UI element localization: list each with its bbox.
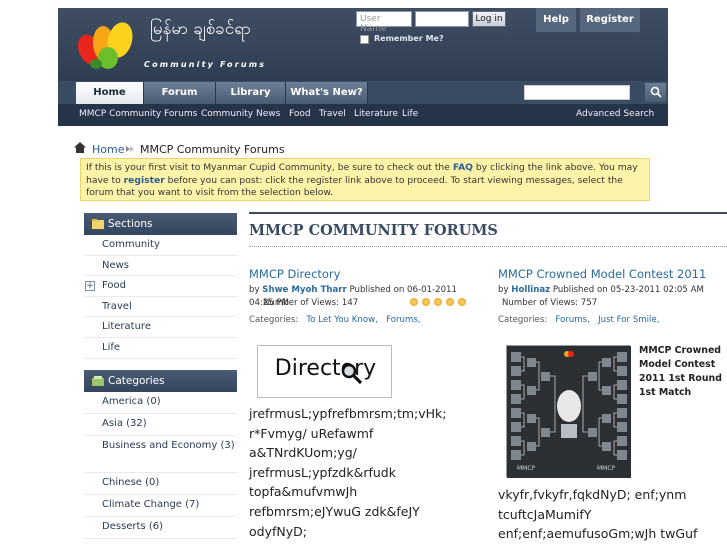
- page-title: MMCP COMMUNITY FORUMS: [249, 222, 498, 239]
- welcome-notice: If this is your first visit to Myanmar C…: [80, 158, 650, 201]
- svg-text:MMCP: MMCP: [517, 465, 536, 472]
- star-icon: [458, 298, 466, 306]
- rating-stars: [410, 298, 470, 309]
- site-header: မြန်မာ ချစ်ခင်ရာ Community Forums User N…: [58, 8, 668, 81]
- subnav-item-life[interactable]: Life: [402, 109, 418, 119]
- category-item-asia[interactable]: Asia (32): [84, 414, 237, 436]
- svg-text:MMCP: MMCP: [597, 465, 616, 472]
- remember-me-label: Remember Me?: [374, 34, 444, 43]
- article-meta-contest: by Hollinaz Published on 05-23-2011 02:0…: [498, 284, 727, 297]
- advanced-search-link[interactable]: Advanced Search: [576, 109, 654, 119]
- section-item-food[interactable]: + Food: [84, 276, 237, 297]
- register-button[interactable]: Register: [580, 8, 640, 32]
- username-input[interactable]: User Name: [356, 11, 412, 34]
- contest-image-caption: MMCP Crowned Model Contest 2011 1st Roun…: [639, 345, 722, 398]
- article-title-directory[interactable]: MMCP Directory: [249, 267, 340, 281]
- site-logo-icon[interactable]: [78, 20, 140, 72]
- star-icon: [422, 298, 430, 306]
- bracket-graphic: MMCP MMCP: [507, 346, 631, 478]
- sections-title: Sections: [108, 218, 153, 230]
- tab-forum[interactable]: Forum: [144, 82, 216, 104]
- faq-link[interactable]: FAQ: [453, 162, 473, 173]
- tab-whats-new[interactable]: What's New?: [286, 82, 368, 104]
- article-body-directory: jrefrmusL;ypfrefbmrsm;tm;vHk; r*Fvmyg/ u…: [249, 406, 447, 539]
- article-published: Published on 05-23-2011 02:05 AM: [550, 285, 704, 295]
- subnav-item-food[interactable]: Food: [289, 109, 311, 119]
- main-nav: Home Forum Library What's New?: [58, 81, 668, 104]
- title-rule: [249, 212, 727, 214]
- help-button[interactable]: Help: [536, 8, 576, 32]
- article-author-link[interactable]: Hollinaz: [511, 285, 550, 295]
- category-item-business[interactable]: Business and Economy (3): [84, 436, 237, 473]
- home-icon[interactable]: [74, 142, 86, 153]
- subnav-item-mmcp[interactable]: MMCP Community Forums: [79, 109, 197, 119]
- section-item-travel[interactable]: Travel: [84, 297, 237, 318]
- article-categories-directory: Categories: To Let You Know, Forums,: [249, 315, 421, 325]
- notice-text-1: If this is your first visit to Myanmar C…: [86, 162, 453, 173]
- section-item-life[interactable]: Life: [84, 338, 237, 359]
- categories-icon: [92, 376, 104, 386]
- directory-image-text: Directory: [274, 356, 377, 381]
- notice-text-3: before you can post: click the register …: [86, 174, 623, 199]
- category-item-climate-change[interactable]: Climate Change (7): [84, 495, 237, 517]
- sections-header: Sections: [84, 213, 237, 235]
- search-input[interactable]: [524, 85, 630, 100]
- categories-label: Categories:: [498, 315, 548, 325]
- title-divider: [249, 246, 727, 247]
- login-button[interactable]: Log in: [472, 11, 506, 27]
- section-item-food-label: Food: [102, 280, 126, 292]
- logo-subtitle: Community Forums: [144, 60, 267, 69]
- tab-library[interactable]: Library: [216, 82, 286, 104]
- subnav-item-travel[interactable]: Travel: [319, 109, 346, 119]
- article-title-contest[interactable]: MMCP Crowned Model Contest 2011: [498, 267, 706, 281]
- star-icon: [410, 298, 418, 306]
- categories-list: America (0) Asia (32) Business and Econo…: [84, 392, 237, 539]
- contest-bracket-image[interactable]: MMCP MMCP: [506, 345, 631, 478]
- sections-list: Community News + Food Travel Literature L…: [84, 235, 237, 359]
- password-input[interactable]: [415, 11, 469, 27]
- remember-me-checkbox[interactable]: [360, 35, 369, 44]
- category-link[interactable]: Forums,: [555, 315, 589, 325]
- category-item-america[interactable]: America (0): [84, 392, 237, 414]
- sub-nav: MMCP Community Forums Community News Foo…: [58, 104, 668, 126]
- category-link[interactable]: Forums,: [386, 315, 420, 325]
- subnav-item-community[interactable]: Community: [201, 109, 253, 119]
- subnav-item-literature[interactable]: Literature: [354, 109, 398, 119]
- category-link[interactable]: Just For Smile,: [598, 315, 659, 325]
- section-item-news[interactable]: News: [84, 256, 237, 277]
- categories-title: Categories: [108, 375, 165, 387]
- search-icon[interactable]: [645, 83, 666, 102]
- expand-plus-icon[interactable]: +: [85, 281, 95, 292]
- categories-header: Categories: [84, 370, 237, 392]
- subnav-item-news[interactable]: News: [256, 109, 280, 119]
- article-by: by: [498, 285, 512, 295]
- categories-label: Categories:: [249, 315, 299, 325]
- directory-image[interactable]: Directory: [257, 345, 392, 398]
- folder-icon: [92, 219, 104, 229]
- breadcrumb-separator-icon: [126, 146, 134, 152]
- section-item-literature[interactable]: Literature: [84, 317, 237, 338]
- category-link[interactable]: To Let You Know,: [306, 315, 377, 325]
- breadcrumb-current: MMCP Community Forums: [140, 143, 285, 156]
- category-item-desserts[interactable]: Desserts (6): [84, 517, 237, 539]
- article-views-directory: Number of Views: 147: [263, 298, 359, 308]
- star-icon: [446, 298, 454, 306]
- article-categories-contest: Categories: Forums, Just For Smile,: [498, 315, 659, 325]
- section-item-community[interactable]: Community: [84, 235, 237, 256]
- article-body-contest: vkyfr,fvkyfr,fqkdNyD; enf;ynm tcuftcJaMu…: [498, 487, 698, 542]
- logo-title: မြန်မာ ချစ်ခင်ရာ: [150, 19, 252, 39]
- magnifier-icon: [341, 363, 363, 385]
- register-link[interactable]: register: [124, 175, 165, 186]
- star-icon: [434, 298, 442, 306]
- article-author-link[interactable]: Shwe Myoh Tharr: [262, 285, 347, 295]
- article-views-contest: Number of Views: 757: [502, 298, 598, 308]
- breadcrumb-home[interactable]: Home: [92, 143, 124, 156]
- article-by: by: [249, 285, 263, 295]
- tab-home[interactable]: Home: [76, 82, 144, 104]
- category-item-chinese[interactable]: Chinese (0): [84, 473, 237, 495]
